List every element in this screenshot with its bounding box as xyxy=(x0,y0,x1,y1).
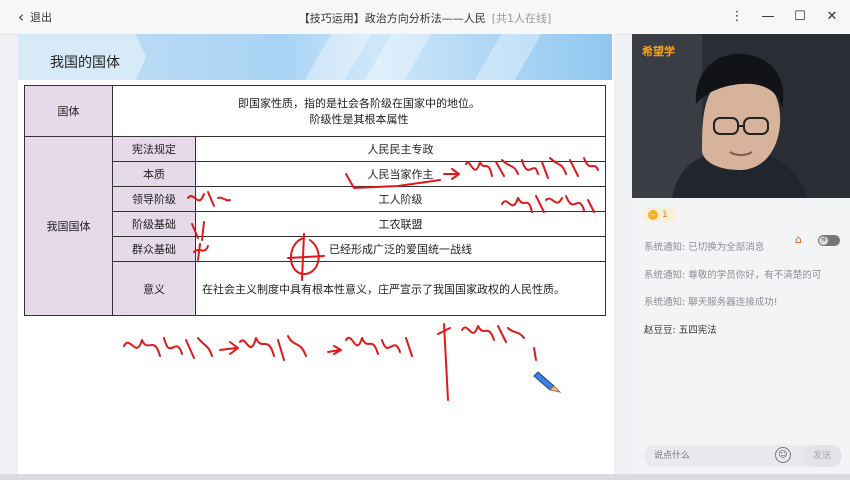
table-row: 领导阶级 工人阶级 xyxy=(25,186,606,212)
title-bar: ‹ 退出 【技巧运用】政治方向分析法——人民 [共1人在线] ⋮ — ☐ ✕ xyxy=(0,0,850,35)
table-row: 我国国体 宪法规定 人民民主专政 xyxy=(24,136,606,316)
row-label: 阶级基础 xyxy=(112,211,196,237)
section-head-wogguoti: 我国国体 xyxy=(24,136,113,316)
table-row: 阶级基础 工农联盟 xyxy=(25,211,606,237)
minimize-icon[interactable]: — xyxy=(758,8,778,26)
brand-logo: 希望学 xyxy=(642,45,675,58)
banner-stripe xyxy=(304,34,372,80)
chat-text: 五四宪法 xyxy=(678,325,717,336)
row-label: 意义 xyxy=(112,261,196,316)
teacher-video: 希望学 xyxy=(632,34,850,198)
more-menu-icon[interactable]: ⋮ xyxy=(727,8,747,26)
chat-message: 系统通知: 已切换为全部消息 xyxy=(644,242,765,253)
definition-cell: 即国家性质，指的是社会各阶级在国家中的地位。 阶级性是其根本属性 xyxy=(112,85,606,137)
maximize-icon[interactable]: ☐ xyxy=(790,8,810,26)
row-value: 在社会主义制度中具有根本性意义，庄严宣示了我国国家政权的人民性质。 xyxy=(195,261,606,316)
chat-message: 系统通知: 聊天服务器连接成功! xyxy=(644,297,778,308)
definition-line2: 阶级性是其根本属性 xyxy=(309,113,409,126)
ink-arrow xyxy=(219,341,239,355)
row-value: 工人阶级 xyxy=(195,186,606,212)
row-value: 人民当家作主 xyxy=(195,161,606,187)
teacher-only-toggle[interactable]: 师 xyxy=(818,235,840,246)
ink-bracket xyxy=(437,323,451,401)
row-label: 领导阶级 xyxy=(112,186,196,212)
toggle-knob-label: 师 xyxy=(819,236,828,245)
banner-stripe xyxy=(364,34,432,80)
table-row: 本质 人民当家作主 xyxy=(25,161,606,187)
lesson-title: 【技巧运用】政治方向分析法——人民 xyxy=(298,12,486,25)
close-icon[interactable]: ✕ xyxy=(822,8,842,26)
gift-icon[interactable]: ⌂ xyxy=(795,234,807,246)
bottom-strip xyxy=(0,474,850,480)
window-title: 【技巧运用】政治方向分析法——人民 [共1人在线] xyxy=(0,10,850,26)
slide-banner: 我国的国体 xyxy=(18,34,612,80)
ink-word xyxy=(345,336,413,357)
table-row: 意义 在社会主义制度中具有根本性意义，庄严宣示了我国国家政权的人民性质。 xyxy=(25,261,606,316)
definition-line1: 即国家性质，指的是社会各阶级在国家中的地位。 xyxy=(238,97,480,110)
knowledge-table: 国体 即国家性质，指的是社会各阶级在国家中的地位。 阶级性是其根本属性 我国国体… xyxy=(24,85,606,316)
ink-arrow xyxy=(327,345,342,355)
slide-title: 我国的国体 xyxy=(50,55,120,71)
ink-word xyxy=(123,337,213,359)
coin-count: 1 xyxy=(662,210,668,220)
chat-username: 赵豆豆: xyxy=(644,325,676,336)
coin-icon: − xyxy=(648,210,658,220)
row-value: 人民民主专政 xyxy=(195,136,606,162)
pencil-cursor-icon xyxy=(533,371,562,393)
ink-word xyxy=(239,335,307,361)
row-value: 已经形成广泛的爱国统一战线 xyxy=(195,236,606,262)
coin-badge: − 1 xyxy=(644,208,676,222)
table-row: 群众基础 已经形成广泛的爱国统一战线 xyxy=(25,236,606,262)
side-panel: 希望学 − 1 系统通知: 已切换为全部消息 ⌂ 师 系统通知: 尊敬的学员你好… xyxy=(632,34,850,480)
chat-message-user: 赵豆豆: 五四宪法 xyxy=(644,322,717,336)
emoji-icon[interactable]: ☺ xyxy=(775,447,791,463)
row-label: 宪法规定 xyxy=(112,136,196,162)
send-button[interactable]: 发送 xyxy=(802,445,842,467)
row-value: 工农联盟 xyxy=(195,211,606,237)
row-head-guoti: 国体 xyxy=(24,85,113,137)
banner-stripe xyxy=(474,34,542,80)
whiteboard: 我国的国体 国体 即国家性质，指的是社会各阶级在国家中的地位。 阶级性是其根本属… xyxy=(18,34,614,480)
row-label: 本质 xyxy=(112,161,196,187)
online-count: [共1人在线] xyxy=(491,12,552,25)
table-row: 国体 即国家性质，指的是社会各阶级在国家中的地位。 阶级性是其根本属性 xyxy=(24,85,606,137)
ink-word xyxy=(461,325,525,343)
row-label: 群众基础 xyxy=(112,236,196,262)
ink-tick xyxy=(533,347,537,361)
chat-message: 系统通知: 尊敬的学员你好，有不清楚的可 xyxy=(644,270,822,281)
